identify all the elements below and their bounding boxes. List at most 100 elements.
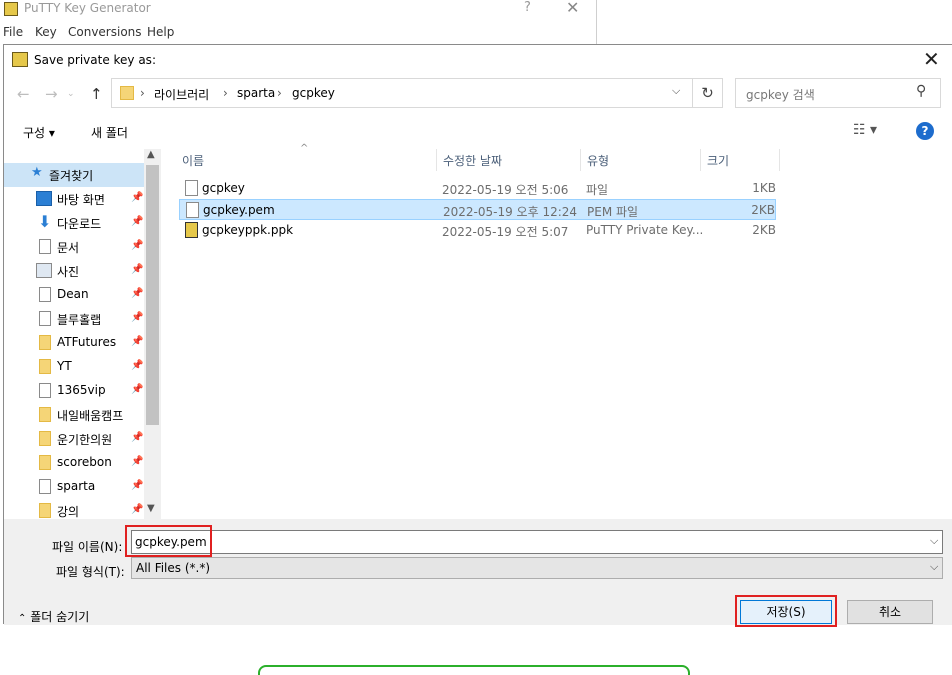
file-row[interactable]: gcpkey 2022-05-19 오전 5:06 파일 1KB: [179, 178, 776, 199]
pin-icon: 📌: [131, 360, 144, 371]
file-date: 2022-05-19 오전 5:06: [442, 183, 569, 197]
star-icon: ★: [31, 165, 43, 180]
filetype-select[interactable]: All Files (*.*) ⌵: [131, 557, 943, 579]
address-bar[interactable]: › 라이브러리 › sparta › gcpkey ⌵: [111, 78, 693, 108]
nav-item-label: 문서: [57, 241, 80, 255]
filetype-value: All Files (*.*): [136, 561, 211, 575]
pin-icon: 📌: [131, 240, 144, 251]
file-size: 1KB: [752, 181, 776, 195]
breadcrumb-separator-icon: ›: [140, 86, 145, 100]
pin-icon: 📌: [131, 504, 144, 515]
column-divider[interactable]: [779, 149, 780, 171]
nav-item-dean[interactable]: Dean 📌: [4, 283, 144, 307]
nav-item-documents[interactable]: 문서 📌: [4, 235, 144, 259]
pin-icon: 📌: [131, 432, 144, 443]
highlight-box: [125, 525, 212, 557]
column-divider[interactable]: [436, 149, 437, 171]
putty-key-icon: [185, 222, 198, 238]
file-date: 2022-05-19 오전 5:07: [442, 225, 569, 239]
nav-item-lecture[interactable]: 강의 📌: [4, 499, 144, 519]
desktop-icon: [36, 191, 52, 206]
refresh-icon[interactable]: ↻: [693, 78, 723, 108]
hide-folders-toggle[interactable]: ⌃ 폴더 숨기기: [18, 608, 89, 625]
chevron-down-icon[interactable]: ⌵: [930, 560, 938, 574]
close-button[interactable]: ✕: [923, 47, 940, 71]
breadcrumb-gcpkey[interactable]: gcpkey: [292, 86, 335, 100]
file-icon: [39, 479, 51, 494]
search-input[interactable]: gcpkey 검색: [746, 86, 815, 103]
folder-icon: [39, 431, 51, 446]
folder-icon: [39, 503, 51, 518]
nav-item-downloads[interactable]: ⬇ 다운로드 📌: [4, 211, 144, 235]
highlight-box: [735, 595, 837, 627]
search-box[interactable]: gcpkey 검색 ⚲: [735, 78, 941, 108]
favorites-label: 즐겨찾기: [49, 169, 94, 183]
file-row-selected[interactable]: gcpkey.pem 2022-05-19 오후 12:24 PEM 파일 2K…: [179, 199, 776, 220]
file-name: gcpkeyppk.ppk: [202, 223, 294, 237]
favorites-item[interactable]: ★ 즐겨찾기: [4, 163, 144, 187]
file-name: gcpkey: [202, 181, 245, 195]
save-options-panel: 파일 이름(N): gcpkey.pem ⌵ 파일 형식(T): All Fil…: [4, 519, 952, 675]
column-divider[interactable]: [700, 149, 701, 171]
file-row[interactable]: gcpkeyppk.ppk 2022-05-19 오전 5:07 PuTTY P…: [179, 220, 776, 241]
chevron-up-icon: ⌃: [18, 613, 27, 624]
file-icon: [186, 202, 199, 218]
chevron-down-icon[interactable]: ⌵: [930, 534, 938, 548]
nav-item-atfutures[interactable]: ATFutures 📌: [4, 331, 144, 355]
menu-conversions[interactable]: Conversions: [68, 25, 142, 39]
menu-help[interactable]: Help: [147, 25, 174, 39]
breadcrumb-sparta[interactable]: sparta: [237, 86, 275, 100]
column-header-type[interactable]: 유형: [587, 152, 609, 169]
dialog-title: Save private key as:: [34, 53, 156, 67]
breadcrumb-library[interactable]: 라이브러리: [154, 86, 209, 103]
nav-item-scorebon[interactable]: scorebon 📌: [4, 451, 144, 475]
document-icon: [39, 239, 51, 254]
column-header-date[interactable]: 수정한 날짜: [443, 152, 502, 169]
nav-item-bluehole[interactable]: 블루홀랩 📌: [4, 307, 144, 331]
chevron-down-icon[interactable]: ⌵: [672, 84, 680, 98]
highlight-outline: [258, 665, 690, 675]
column-divider[interactable]: [580, 149, 581, 171]
filename-field[interactable]: gcpkey.pem ⌵: [131, 530, 943, 554]
menu-file[interactable]: File: [3, 25, 23, 39]
pin-icon: 📌: [131, 336, 144, 347]
recent-dropdown-icon[interactable]: ⌄: [67, 89, 75, 99]
nav-item-clinic[interactable]: 운기한의원 📌: [4, 427, 144, 451]
nav-scrollbar-thumb[interactable]: [146, 165, 159, 425]
nav-item-bootcamp[interactable]: 내일배움캠프: [4, 403, 144, 427]
scroll-up-icon[interactable]: ▲: [147, 149, 155, 160]
background-window-title: PuTTY Key Generator: [24, 1, 151, 15]
background-close-button[interactable]: ✕: [566, 0, 579, 17]
file-size: 2KB: [751, 203, 775, 217]
download-icon: ⬇: [38, 212, 52, 231]
forward-arrow-icon[interactable]: →: [45, 85, 58, 103]
background-help-button[interactable]: ?: [524, 0, 531, 15]
column-header-size[interactable]: 크기: [707, 152, 729, 169]
file-type: PuTTY Private Key...: [586, 223, 704, 237]
nav-item-1365vip[interactable]: 1365vip 📌: [4, 379, 144, 403]
save-dialog: Save private key as: ✕ ← → ⌄ ↑ › 라이브러리 ›…: [3, 44, 952, 675]
nav-item-pictures[interactable]: 사진 📌: [4, 259, 144, 283]
file-type: PEM 파일: [587, 205, 639, 219]
organize-button[interactable]: 구성 ▾: [23, 124, 55, 141]
pin-icon: 📌: [131, 288, 144, 299]
nav-item-sparta[interactable]: sparta 📌: [4, 475, 144, 499]
sort-ascending-icon: ^: [300, 143, 309, 154]
file-type: 파일: [586, 183, 609, 197]
nav-item-yt[interactable]: YT 📌: [4, 355, 144, 379]
nav-item-desktop[interactable]: 바탕 화면 📌: [4, 187, 144, 211]
back-arrow-icon[interactable]: ←: [17, 85, 30, 103]
column-header-name[interactable]: 이름: [182, 152, 204, 169]
view-options-icon[interactable]: ☷ ▾: [853, 122, 877, 138]
cancel-button[interactable]: 취소: [847, 600, 933, 624]
scroll-down-icon[interactable]: ▼: [147, 503, 155, 514]
up-arrow-icon[interactable]: ↑: [90, 85, 103, 103]
menu-key[interactable]: Key: [35, 25, 57, 39]
file-date: 2022-05-19 오후 12:24: [443, 205, 578, 219]
file-icon: [185, 180, 198, 196]
help-button[interactable]: ?: [916, 122, 934, 140]
folder-icon: [39, 335, 51, 350]
new-folder-button[interactable]: 새 폴더: [91, 124, 128, 141]
pin-icon: 📌: [131, 456, 144, 467]
putty-icon: [4, 2, 18, 16]
